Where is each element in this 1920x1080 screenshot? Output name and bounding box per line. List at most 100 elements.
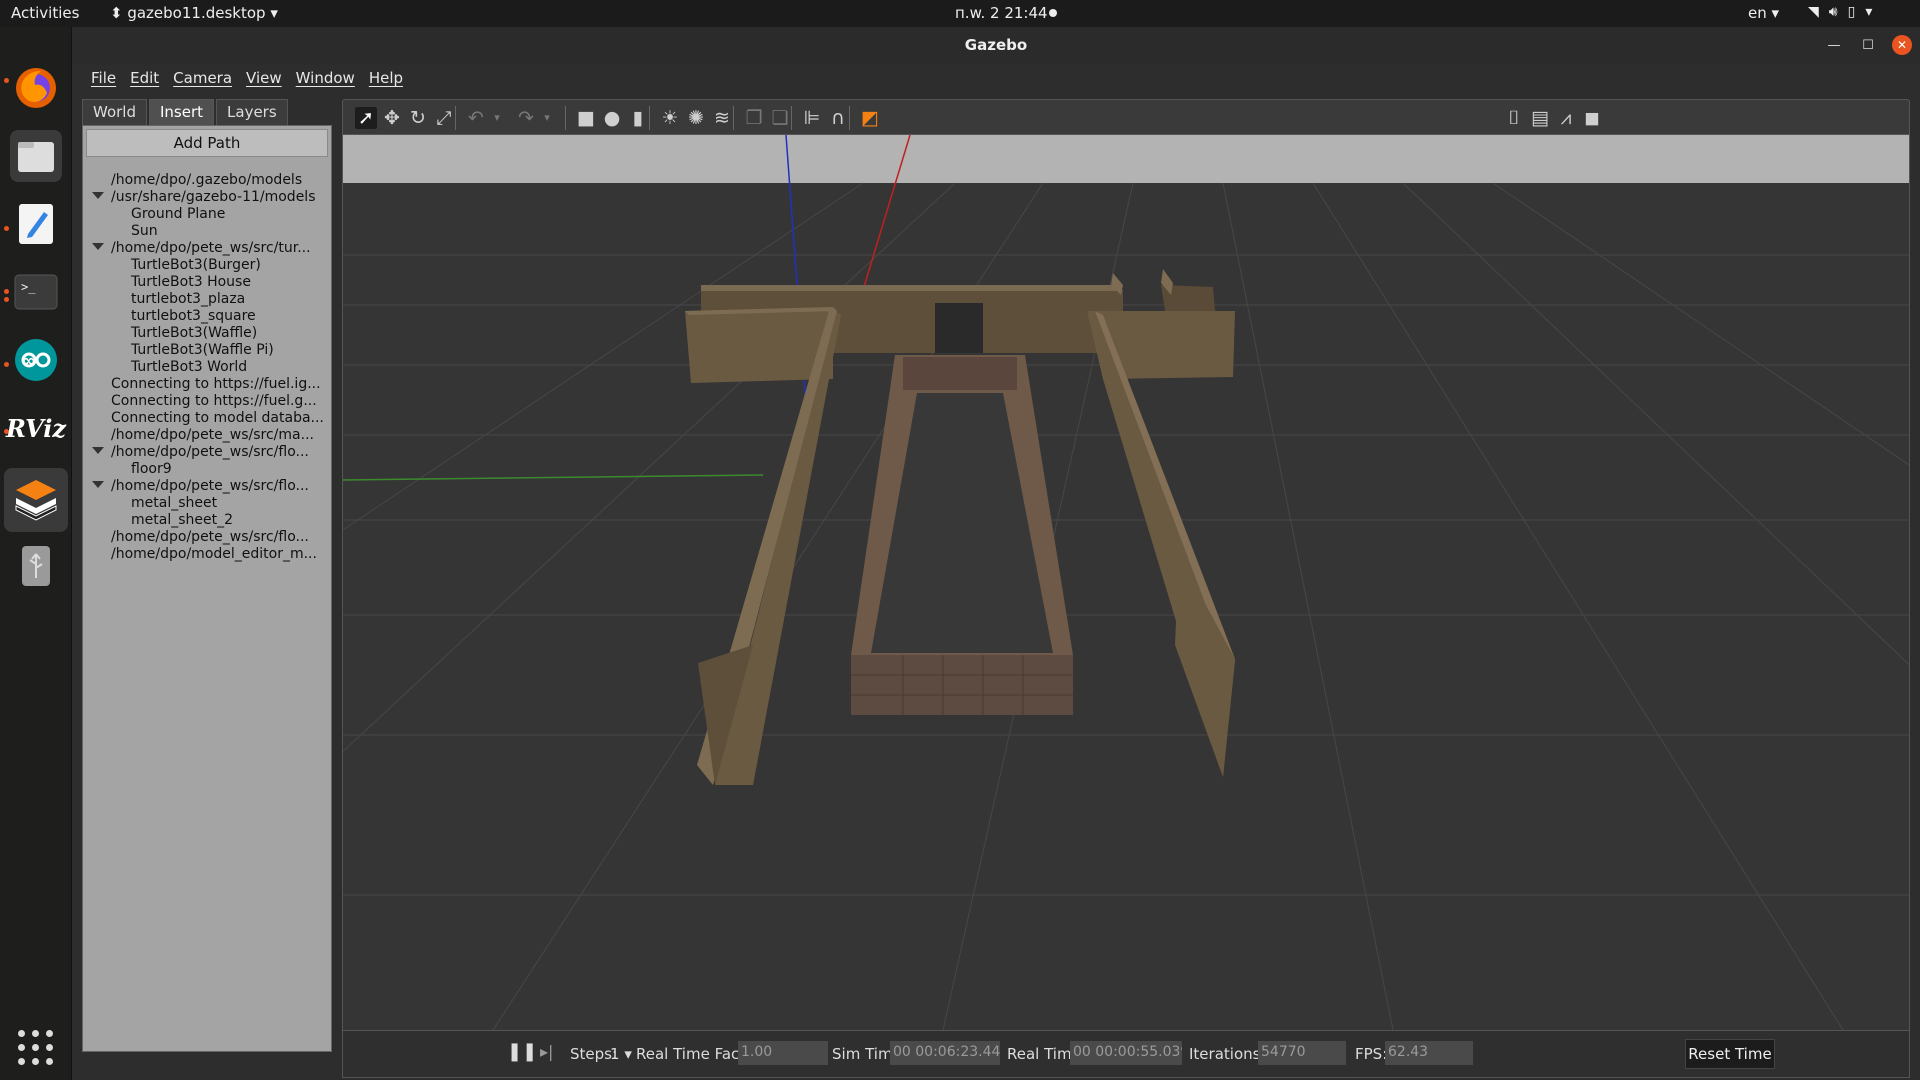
tree-model-item[interactable]: TurtleBot3(Waffle Pi) [83, 342, 331, 359]
menu-edit[interactable]: Edit [123, 65, 166, 93]
sphere-shape-icon[interactable]: ● [601, 107, 623, 129]
tree-path-item[interactable]: Connecting to model databa... [83, 410, 331, 427]
expand-arrow-icon[interactable] [92, 447, 104, 454]
redo-icon[interactable]: ↷ [515, 107, 537, 129]
running-indicator [4, 362, 9, 367]
title-bar[interactable]: Gazebo — ☐ ✕ [72, 27, 1920, 65]
paste-icon[interactable]: ❏ [769, 107, 791, 129]
chevron-down-icon: ▾ [1865, 4, 1873, 20]
sim-time-field: 00 00:06:23.448 [890, 1041, 1000, 1065]
undo-history-icon[interactable]: ▾ [491, 107, 503, 129]
usb-icon[interactable] [10, 540, 62, 592]
scale-icon[interactable]: ⤢ [433, 107, 455, 129]
activities-button[interactable]: Activities [11, 4, 79, 22]
system-tray[interactable]: ◥ 🔊︎ ▯ ▾ [1808, 4, 1872, 20]
arduino-icon[interactable]: ∞ [10, 334, 62, 386]
ground-plane [343, 183, 1909, 1030]
close-icon[interactable]: ✕ [1892, 35, 1912, 55]
tree-model-item[interactable]: turtlebot3_plaza [83, 291, 331, 308]
menu-window[interactable]: Window [289, 65, 362, 93]
align-icon[interactable]: ⊫ [801, 107, 823, 129]
expand-arrow-icon[interactable] [92, 192, 104, 199]
view-angle-icon[interactable]: ◩ [859, 107, 881, 129]
tree-model-item[interactable]: turtlebot3_square [83, 308, 331, 325]
tree-model-item[interactable]: metal_sheet_2 [83, 512, 331, 529]
files-icon[interactable] [10, 130, 62, 182]
terminal-icon[interactable]: >_ [10, 266, 62, 318]
rviz-label: RViz [5, 413, 67, 443]
steps-spinner[interactable]: 1 ▾ [610, 1045, 632, 1063]
add-path-button[interactable]: Add Path [86, 129, 328, 157]
tree-model-item[interactable]: metal_sheet [83, 495, 331, 512]
snap-icon[interactable]: ∩ [827, 107, 849, 129]
tree-path-item[interactable]: Connecting to https://fuel.ig... [83, 376, 331, 393]
menu-file[interactable]: File [84, 65, 123, 93]
tree-path-item[interactable]: /home/dpo/pete_ws/src/flo... [83, 478, 331, 495]
menu-help[interactable]: Help [362, 65, 410, 93]
tree-item-label: TurtleBot3(Burger) [131, 257, 261, 273]
panel-splitter[interactable] [334, 99, 342, 1052]
scene-viewport[interactable] [342, 135, 1910, 1030]
tree-path-item[interactable]: /usr/share/gazebo-11/models [83, 189, 331, 206]
minimize-icon[interactable]: — [1824, 35, 1844, 55]
toolbar-separator [791, 106, 792, 130]
gazebo-icon[interactable] [4, 468, 68, 532]
tree-path-item[interactable]: /home/dpo/pete_ws/src/flo... [83, 529, 331, 546]
cylinder-shape-icon[interactable]: ▮ [627, 107, 649, 129]
show-apps-icon[interactable] [18, 1030, 54, 1066]
tree-model-item[interactable]: TurtleBot3(Waffle) [83, 325, 331, 342]
step-icon[interactable]: ▸| [540, 1042, 553, 1061]
tree-model-item[interactable]: TurtleBot3 House [83, 274, 331, 291]
tree-path-item[interactable]: /home/dpo/.gazebo/models [83, 172, 331, 189]
tree-path-item[interactable]: /home/dpo/pete_ws/src/ma... [83, 427, 331, 444]
tree-item-label: TurtleBot3(Waffle) [131, 325, 258, 341]
fps-label: FPS: [1355, 1045, 1388, 1063]
toolbar-separator [849, 106, 850, 130]
expand-arrow-icon[interactable] [92, 481, 104, 488]
tree-model-item[interactable]: Ground Plane [83, 206, 331, 223]
clock[interactable]: п.w. 2 21:44 [955, 4, 1048, 22]
tree-path-item[interactable]: /home/dpo/model_editor_m... [83, 546, 331, 563]
rotate-icon[interactable]: ↻ [407, 107, 429, 129]
directional-light-icon[interactable]: ≋ [711, 107, 733, 129]
undo-icon[interactable]: ↶ [465, 107, 487, 129]
battery-icon: ▯ [1847, 4, 1856, 20]
point-light-icon[interactable]: ☀ [659, 107, 681, 129]
translate-icon[interactable]: ✥ [381, 107, 403, 129]
tab-insert[interactable]: Insert [149, 99, 215, 125]
tab-layers[interactable]: Layers [216, 99, 288, 125]
pause-icon[interactable]: ❚❚ [507, 1041, 537, 1062]
tree-path-item[interactable]: Connecting to https://fuel.g... [83, 393, 331, 410]
tree-model-item[interactable]: Sun [83, 223, 331, 240]
reset-time-button[interactable]: Reset Time [1685, 1039, 1775, 1069]
tree-model-item[interactable]: TurtleBot3 World [83, 359, 331, 376]
window-controls: — ☐ ✕ [1824, 35, 1912, 55]
real-time-factor-field: 1.00 [738, 1041, 828, 1065]
tree-model-item[interactable]: TurtleBot3(Burger) [83, 257, 331, 274]
language-selector[interactable]: en ▾ [1748, 4, 1779, 22]
language-label: en [1748, 4, 1767, 22]
box-shape-icon[interactable]: ■ [575, 107, 597, 129]
firefox-icon[interactable] [10, 62, 62, 114]
select-arrow-icon[interactable]: ➚ [355, 107, 377, 129]
top-bar: Activities ⬍ gazebo11.desktop ▾ п.w. 2 2… [0, 0, 1920, 27]
expand-arrow-icon[interactable] [92, 243, 104, 250]
log-icon[interactable]: ▤ [1529, 107, 1551, 129]
menu-camera[interactable]: Camera [166, 65, 239, 93]
menu-view[interactable]: View [239, 65, 289, 93]
tree-path-item[interactable]: /home/dpo/pete_ws/src/flo... [83, 444, 331, 461]
maximize-icon[interactable]: ☐ [1858, 35, 1878, 55]
plot-icon[interactable]: ⩘ [1555, 107, 1577, 129]
app-menu[interactable]: ⬍ gazebo11.desktop ▾ [110, 4, 278, 22]
copy-icon[interactable]: ❐ [743, 107, 765, 129]
rviz-icon[interactable]: RViz [6, 402, 66, 454]
screenshot-icon[interactable]: ⌷ [1503, 107, 1525, 129]
record-video-icon[interactable]: ◼ [1581, 107, 1603, 129]
tree-model-item[interactable]: floor9 [83, 461, 331, 478]
redo-history-icon[interactable]: ▾ [541, 107, 553, 129]
tab-world[interactable]: World [82, 99, 147, 125]
text-editor-icon[interactable] [10, 198, 62, 250]
spot-light-icon[interactable]: ✺ [685, 107, 707, 129]
tree-path-item[interactable]: /home/dpo/pete_ws/src/tur... [83, 240, 331, 257]
running-indicator [4, 289, 9, 294]
